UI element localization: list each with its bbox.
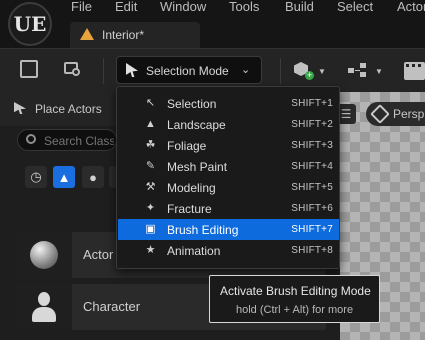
- mode-item-shortcut: SHIFT+2: [291, 119, 333, 130]
- sphere-icon: [30, 241, 58, 269]
- actor-list-item-label: Actor: [83, 247, 114, 262]
- selection-mode-label: Selection Mode: [146, 64, 229, 78]
- mode-item-label: Foliage: [167, 139, 207, 153]
- mode-item-foliage[interactable]: ☘ Foliage SHIFT+3: [118, 135, 339, 156]
- document-tab-interior[interactable]: Interior*: [70, 22, 200, 48]
- menu-bar: UE File Edit Window Tools Build Select A…: [0, 0, 425, 46]
- menu-actor[interactable]: Actor: [397, 0, 425, 16]
- menu-tools[interactable]: Tools: [229, 0, 259, 16]
- place-actors-title: Place Actors: [35, 102, 102, 116]
- basic-shapes-icon[interactable]: ▲: [53, 166, 75, 188]
- menu-file[interactable]: File: [71, 0, 92, 16]
- tooltip: Activate Brush Editing Mode hold (Ctrl +…: [209, 275, 380, 323]
- blueprint-icon[interactable]: [348, 63, 368, 77]
- recently-placed-clock-icon[interactable]: ◷: [25, 166, 47, 188]
- add-actor-icon[interactable]: +: [294, 62, 314, 80]
- mode-item-label: Mesh Paint: [167, 160, 228, 174]
- tooltip-title: Activate Brush Editing Mode: [220, 284, 371, 298]
- mode-item-shortcut: SHIFT+7: [291, 224, 333, 235]
- character-icon: [31, 292, 57, 322]
- mode-item-shortcut: SHIFT+3: [291, 140, 333, 151]
- mode-item-brush-editing[interactable]: ▣ Brush Editing SHIFT+7: [118, 219, 339, 240]
- character-thumbnail: [16, 284, 72, 330]
- mesh-paint-icon: ✎: [145, 160, 156, 172]
- mode-item-shortcut: SHIFT+6: [291, 203, 333, 214]
- search-input[interactable]: [44, 133, 114, 149]
- mode-item-animation[interactable]: ★ Animation SHIFT+8: [118, 240, 339, 261]
- mode-item-label: Fracture: [167, 202, 212, 216]
- perspective-button[interactable]: Persp: [366, 102, 425, 126]
- landscape-icon: ▲: [145, 118, 156, 130]
- place-actors-icon: [14, 102, 26, 114]
- mode-item-shortcut: SHIFT+4: [291, 161, 333, 172]
- brush-editing-icon: ▣: [145, 223, 156, 235]
- chevron-down-icon: ⌄: [241, 64, 251, 76]
- place-actors-tab[interactable]: Place Actors: [0, 92, 120, 126]
- mode-item-selection[interactable]: ↖ Selection SHIFT+1: [118, 93, 339, 114]
- unreal-logo-icon[interactable]: UE: [8, 2, 52, 46]
- mode-item-shortcut: SHIFT+5: [291, 182, 333, 193]
- actor-list-item-label: Character: [83, 299, 141, 314]
- browse-content-icon[interactable]: [64, 60, 82, 78]
- mode-item-landscape[interactable]: ▲ Landscape SHIFT+2: [118, 114, 339, 135]
- perspective-label: Persp: [393, 107, 425, 121]
- add-actor-chevron-icon[interactable]: ▼: [318, 67, 326, 76]
- menu-window[interactable]: Window: [160, 0, 206, 16]
- document-tab-bar: [0, 20, 425, 48]
- animation-icon: ★: [145, 244, 156, 256]
- lights-lightbulb-icon[interactable]: ●: [82, 166, 104, 188]
- tooltip-hint: hold (Ctrl + Alt) for more: [236, 304, 354, 316]
- save-icon[interactable]: [20, 60, 38, 78]
- search-icon: [26, 134, 36, 144]
- mode-menu: ↖ Selection SHIFT+1 ▲ Landscape SHIFT+2 …: [116, 86, 340, 269]
- mode-item-shortcut: SHIFT+8: [291, 245, 333, 256]
- mode-item-label: Brush Editing: [167, 223, 239, 237]
- mode-item-shortcut: SHIFT+1: [291, 98, 333, 109]
- mode-item-label: Modeling: [167, 181, 216, 195]
- toolbar-divider: [280, 58, 281, 84]
- foliage-icon: ☘: [145, 139, 156, 151]
- toolbar-divider: [103, 58, 104, 84]
- selection-cursor-icon: ↖: [145, 97, 156, 109]
- fracture-icon: ✦: [145, 202, 156, 214]
- menu-edit[interactable]: Edit: [115, 0, 137, 16]
- search-box[interactable]: [17, 129, 117, 151]
- perspective-cube-icon: [370, 104, 390, 124]
- level-icon: [80, 28, 94, 40]
- modeling-icon: ⚒: [145, 181, 156, 193]
- mode-item-mesh-paint[interactable]: ✎ Mesh Paint SHIFT+4: [118, 156, 339, 177]
- selection-mode-dropdown[interactable]: Selection Mode ⌄: [116, 56, 262, 84]
- selection-cursor-icon: [126, 63, 138, 77]
- menu-select[interactable]: Select: [337, 0, 373, 16]
- menu-build[interactable]: Build: [285, 0, 314, 16]
- actor-thumbnail: [16, 232, 72, 278]
- mode-item-label: Landscape: [167, 118, 226, 132]
- cinematics-icon[interactable]: [404, 62, 425, 80]
- mode-item-fracture[interactable]: ✦ Fracture SHIFT+6: [118, 198, 339, 219]
- blueprint-chevron-icon[interactable]: ▼: [375, 67, 383, 76]
- mode-item-label: Animation: [167, 244, 221, 258]
- mode-item-label: Selection: [167, 97, 217, 111]
- document-tab-label: Interior*: [102, 28, 145, 42]
- mode-item-modeling[interactable]: ⚒ Modeling SHIFT+5: [118, 177, 339, 198]
